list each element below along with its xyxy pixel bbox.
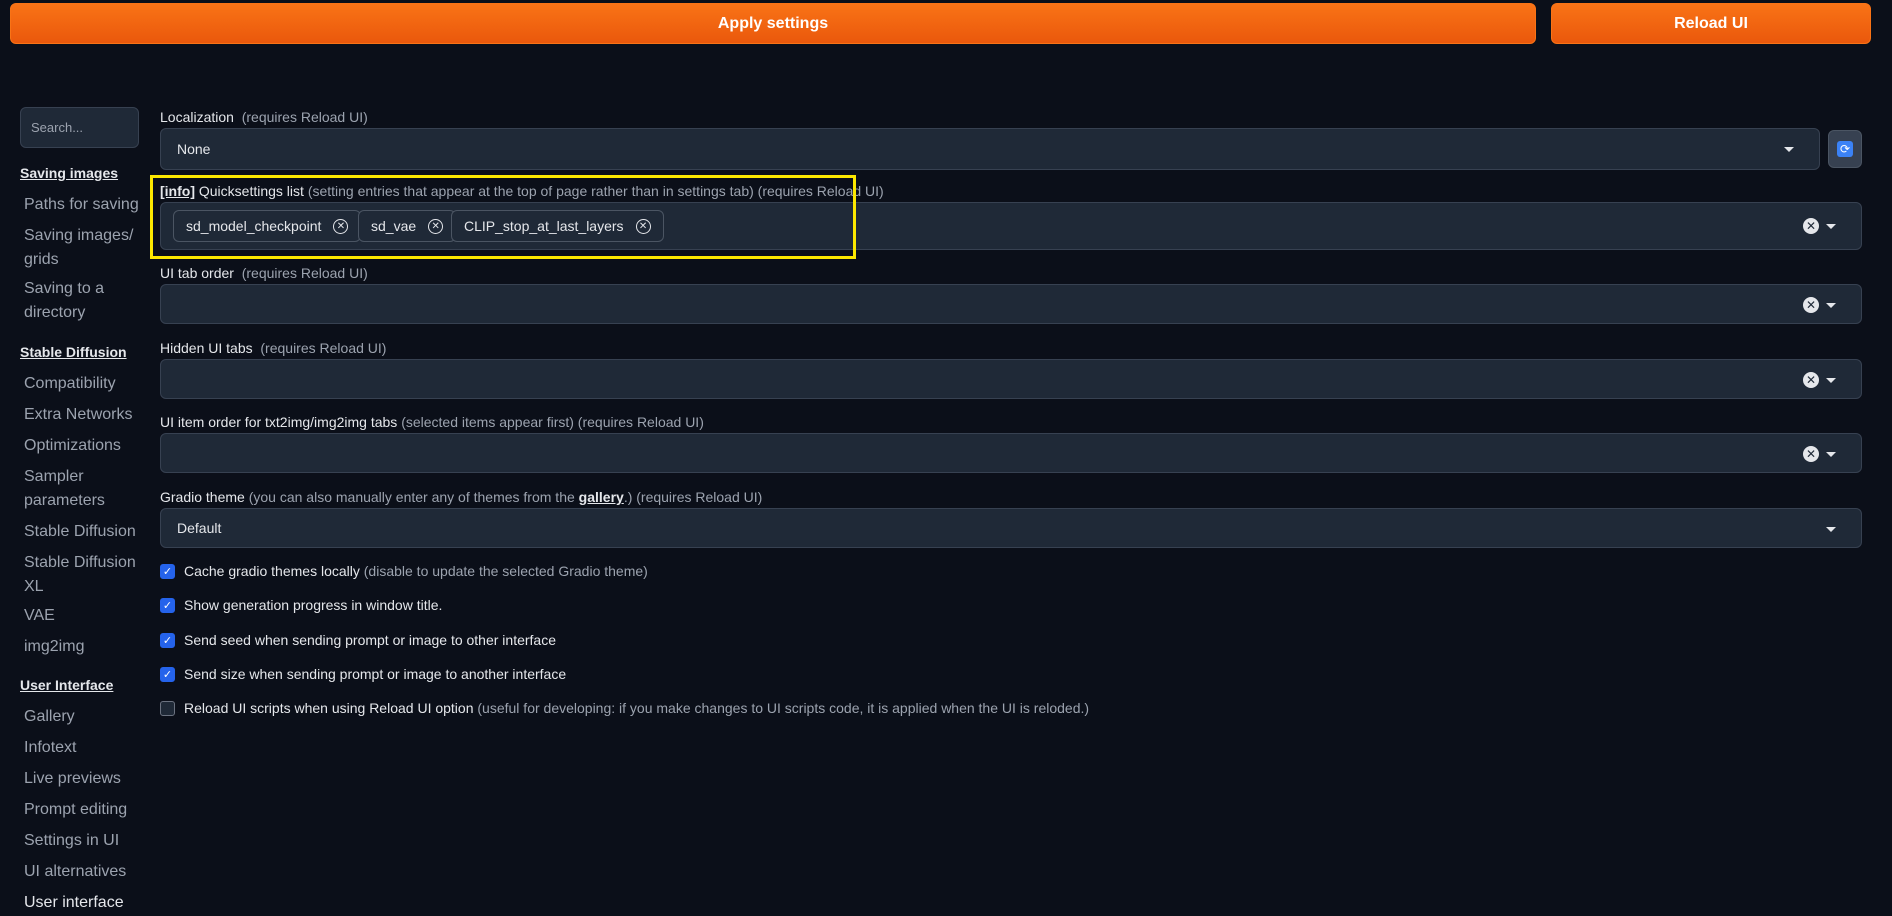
reload-ui-button[interactable]: Reload UI: [1551, 3, 1871, 44]
show-progress-title-checkbox[interactable]: ✓ Show generation progress in window tit…: [160, 597, 442, 613]
clear-icon[interactable]: ✕: [1803, 372, 1819, 388]
sidebar-item-optimizations[interactable]: Optimizations: [24, 434, 142, 458]
ui-tab-order-label: UI tab order (requires Reload UI): [160, 265, 368, 281]
clear-icon[interactable]: ✕: [1803, 446, 1819, 462]
highlight-box: [150, 175, 856, 259]
settings-search-input[interactable]: Search...: [20, 107, 139, 148]
sidebar-item-paths-for-saving[interactable]: Paths for saving: [24, 193, 142, 217]
sidebar-item-sampler-parameters[interactable]: Sampler parameters: [24, 465, 142, 513]
sidebar-section-stable-diffusion[interactable]: Stable Diffusion: [20, 344, 127, 360]
sidebar-item-stable-diffusion[interactable]: Stable Diffusion: [24, 520, 142, 544]
sidebar-section-user-interface[interactable]: User Interface: [20, 677, 113, 693]
sidebar-item-saving-images-grids[interactable]: Saving images/ grids: [24, 224, 142, 272]
sidebar-item-ui-alternatives[interactable]: UI alternatives: [24, 860, 142, 884]
hidden-ui-tabs-label: Hidden UI tabs (requires Reload UI): [160, 340, 387, 356]
sidebar-item-user-interface[interactable]: User interface: [24, 891, 142, 915]
sidebar-item-infotext[interactable]: Infotext: [24, 736, 142, 760]
ui-item-order-label: UI item order for txt2img/img2img tabs (…: [160, 414, 704, 430]
refresh-localization-button[interactable]: ⟳: [1828, 130, 1862, 168]
chevron-down-icon: [1784, 147, 1794, 152]
checkbox-checked-icon[interactable]: ✓: [160, 597, 175, 613]
send-size-checkbox[interactable]: ✓ Send size when sending prompt or image…: [160, 666, 566, 682]
sidebar-item-saving-to-directory[interactable]: Saving to a directory: [24, 277, 142, 325]
checkbox-checked-icon[interactable]: ✓: [160, 563, 175, 579]
clear-icon[interactable]: ✕: [1803, 297, 1819, 313]
sidebar-item-live-previews[interactable]: Live previews: [24, 767, 142, 791]
sidebar-item-img2img[interactable]: img2img: [24, 635, 142, 659]
hidden-ui-tabs-multiselect[interactable]: ✕: [160, 359, 1862, 399]
sidebar-item-extra-networks[interactable]: Extra Networks: [24, 403, 142, 427]
sidebar-item-gallery[interactable]: Gallery: [24, 705, 142, 729]
chevron-down-icon[interactable]: [1826, 452, 1836, 457]
refresh-icon: ⟳: [1837, 141, 1853, 157]
localization-dropdown[interactable]: None: [160, 128, 1820, 170]
gradio-theme-dropdown[interactable]: Default: [160, 508, 1862, 548]
checkbox-checked-icon[interactable]: ✓: [160, 666, 175, 682]
checkbox-unchecked-icon[interactable]: [160, 700, 175, 716]
localization-label: Localization (requires Reload UI): [160, 109, 368, 125]
chevron-down-icon[interactable]: [1826, 303, 1836, 308]
ui-tab-order-multiselect[interactable]: ✕: [160, 284, 1862, 324]
sidebar-section-saving-images[interactable]: Saving images: [20, 165, 118, 181]
chevron-down-icon[interactable]: [1826, 224, 1836, 229]
gradio-theme-label: Gradio theme (you can also manually ente…: [160, 489, 763, 505]
checkbox-checked-icon[interactable]: ✓: [160, 632, 175, 648]
sidebar-item-vae[interactable]: VAE: [24, 604, 142, 628]
chevron-down-icon[interactable]: [1826, 378, 1836, 383]
cache-gradio-themes-checkbox[interactable]: ✓ Cache gradio themes locally (disable t…: [160, 563, 648, 579]
sidebar-item-compatibility[interactable]: Compatibility: [24, 372, 142, 396]
sidebar-item-settings-in-ui[interactable]: Settings in UI: [24, 829, 142, 853]
ui-item-order-multiselect[interactable]: ✕: [160, 433, 1862, 473]
clear-icon[interactable]: ✕: [1803, 218, 1819, 234]
send-seed-checkbox[interactable]: ✓ Send seed when sending prompt or image…: [160, 632, 556, 648]
chevron-down-icon[interactable]: [1826, 527, 1836, 532]
sidebar-item-prompt-editing[interactable]: Prompt editing: [24, 798, 142, 822]
reload-ui-scripts-checkbox[interactable]: Reload UI scripts when using Reload UI o…: [160, 700, 1089, 716]
gallery-link[interactable]: gallery: [579, 489, 624, 505]
sidebar-item-stable-diffusion-xl[interactable]: Stable Diffusion XL: [24, 551, 142, 599]
apply-settings-button[interactable]: Apply settings: [10, 3, 1536, 44]
